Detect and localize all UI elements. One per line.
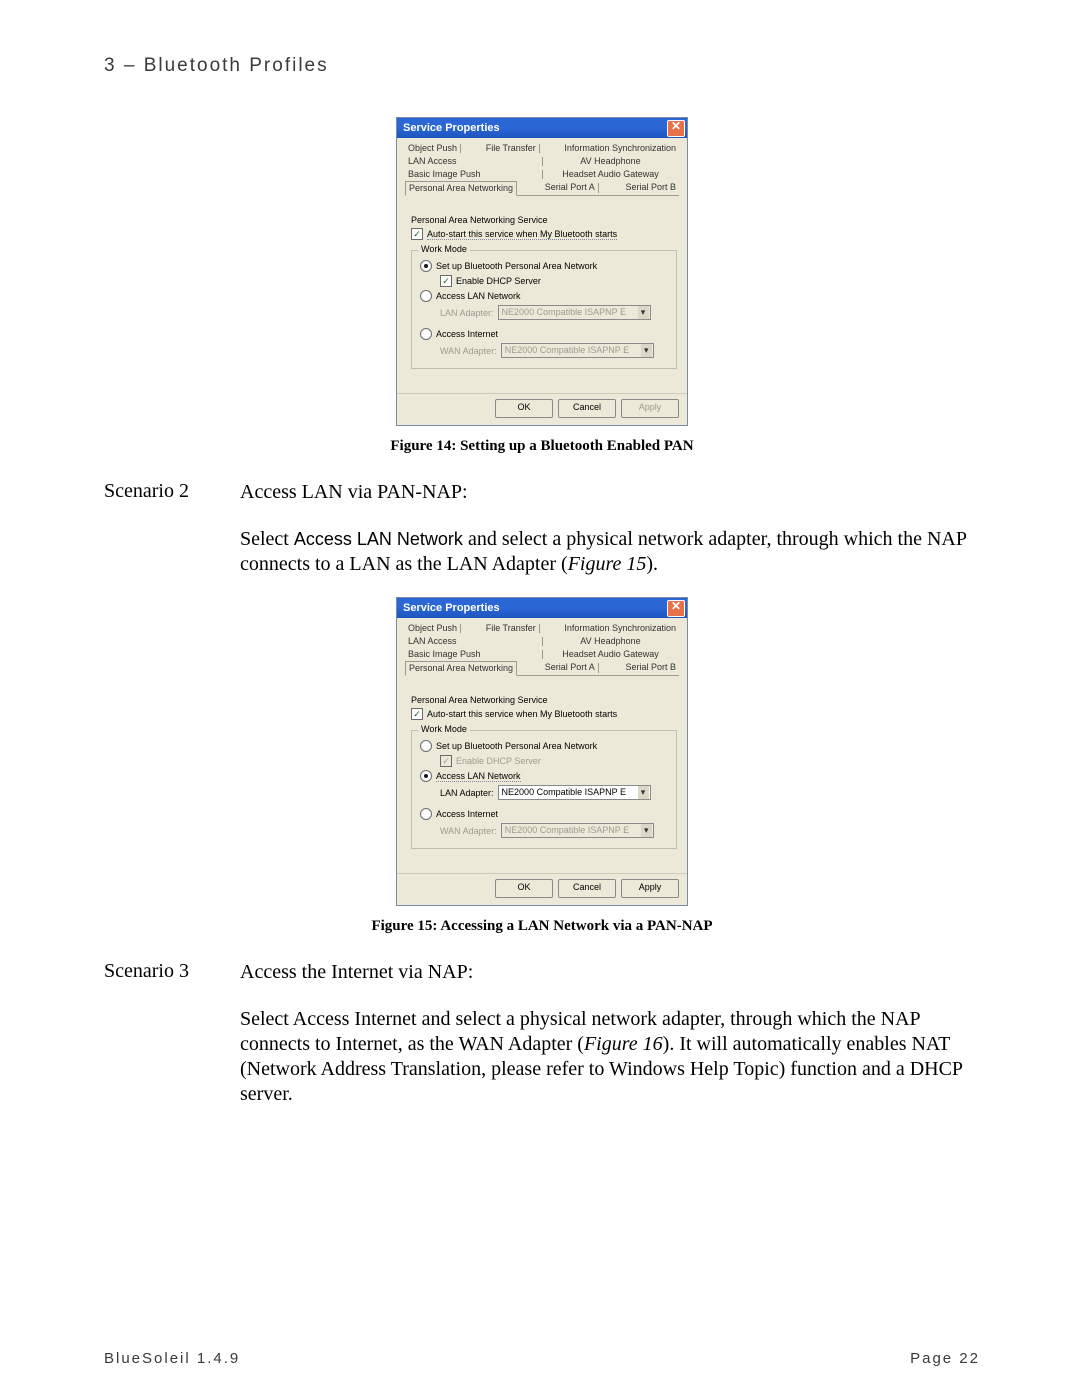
scenario3-title: Access the Internet via NAP: (240, 960, 980, 985)
radio-setup-pan[interactable]: Set up Bluetooth Personal Area Network (420, 260, 668, 272)
ok-button[interactable]: OK (495, 879, 553, 898)
scenario2-label: Scenario 2 (104, 480, 240, 503)
radio-lan[interactable] (420, 290, 432, 302)
chapter-heading: 3 – Bluetooth Profiles (104, 55, 980, 77)
wan-adapter-label: WAN Adapter: (440, 826, 497, 836)
radio-internet-row[interactable]: Access Internet (420, 808, 668, 820)
autostart-label: Auto-start this service when My Bluetoot… (427, 229, 617, 240)
wan-adapter-row: WAN Adapter: NE2000 Compatible ISAPNP E (440, 343, 668, 358)
service-properties-dialog-1: Service Properties ✕ Object Push File Tr… (396, 117, 688, 426)
dhcp-checkbox (440, 755, 452, 767)
lan-adapter-row: LAN Adapter: NE2000 Compatible ISAPNP E (440, 785, 668, 800)
radio-internet[interactable] (420, 808, 432, 820)
autostart-label: Auto-start this service when My Bluetoot… (427, 709, 617, 719)
cancel-button[interactable]: Cancel (558, 399, 616, 418)
radio-internet-row[interactable]: Access Internet (420, 328, 668, 340)
pan-service-label: Personal Area Networking Service (411, 695, 677, 705)
radio-internet[interactable] (420, 328, 432, 340)
tab-object-push[interactable]: Object Push (405, 142, 460, 155)
ok-button[interactable]: OK (495, 399, 553, 418)
form-body: Personal Area Networking Service Auto-st… (397, 679, 687, 853)
figure-14: Service Properties ✕ Object Push File Tr… (104, 117, 980, 480)
autostart-row[interactable]: Auto-start this service when My Bluetoot… (411, 228, 677, 240)
tab-headset-audio[interactable]: Headset Audio Gateway (542, 168, 679, 181)
scenario3-body: Select Access Internet and select a phys… (240, 1007, 980, 1107)
close-icon[interactable]: ✕ (667, 600, 685, 617)
tab-pan-active[interactable]: Personal Area Networking (405, 181, 517, 196)
tabstrip: Object Push File Transfer Information Sy… (397, 618, 687, 676)
tab-basic-image-push[interactable]: Basic Image Push (405, 168, 542, 181)
tab-info-sync[interactable]: Information Synchronization (561, 622, 679, 635)
tab-file-transfer[interactable]: File Transfer (483, 622, 539, 635)
lan-adapter-select[interactable]: NE2000 Compatible ISAPNP E (498, 305, 651, 320)
tab-pan-active[interactable]: Personal Area Networking (405, 661, 517, 676)
autostart-checkbox[interactable] (411, 228, 423, 240)
tab-serial-b[interactable]: Serial Port B (622, 661, 679, 675)
work-mode-legend: Work Mode (418, 724, 470, 734)
footer-product: BlueSoleil 1.4.9 (104, 1350, 240, 1367)
radio-pan[interactable] (420, 260, 432, 272)
titlebar: Service Properties ✕ (397, 598, 687, 618)
radio-lan-row[interactable]: Access LAN Network (420, 770, 668, 782)
tab-serial-b[interactable]: Serial Port B (622, 181, 679, 195)
wan-adapter-select[interactable]: NE2000 Compatible ISAPNP E (501, 343, 654, 358)
tabstrip: Object Push File Transfer Information Sy… (397, 138, 687, 196)
wan-adapter-select[interactable]: NE2000 Compatible ISAPNP E (501, 823, 654, 838)
autostart-row[interactable]: Auto-start this service when My Bluetoot… (411, 708, 677, 720)
apply-button[interactable]: Apply (621, 879, 679, 898)
dialog-buttons: OK Cancel Apply (397, 873, 687, 905)
work-mode-legend: Work Mode (418, 244, 470, 254)
radio-setup-pan[interactable]: Set up Bluetooth Personal Area Network (420, 740, 668, 752)
figure14-caption: Figure 14: Setting up a Bluetooth Enable… (390, 438, 693, 455)
lan-adapter-label: LAN Adapter: (440, 788, 494, 798)
tab-lan-access[interactable]: LAN Access (405, 155, 542, 168)
tab-info-sync[interactable]: Information Synchronization (561, 142, 679, 155)
pan-service-label: Personal Area Networking Service (411, 215, 677, 225)
scenario2-body: Select Access LAN Network and select a p… (240, 527, 980, 577)
tab-lan-access[interactable]: LAN Access (405, 635, 542, 648)
tab-file-transfer[interactable]: File Transfer (483, 142, 539, 155)
wan-adapter-row: WAN Adapter: NE2000 Compatible ISAPNP E (440, 823, 668, 838)
titlebar: Service Properties ✕ (397, 118, 687, 138)
apply-button[interactable]: Apply (621, 399, 679, 418)
work-mode-group: Work Mode Set up Bluetooth Personal Area… (411, 730, 677, 849)
service-properties-dialog-2: Service Properties ✕ Object Push File Tr… (396, 597, 688, 906)
dialog-title: Service Properties (403, 122, 500, 134)
radio-lan[interactable] (420, 770, 432, 782)
tab-object-push[interactable]: Object Push (405, 622, 460, 635)
tab-serial-a[interactable]: Serial Port A (542, 661, 598, 675)
dhcp-row[interactable]: Enable DHCP Server (440, 275, 668, 287)
close-icon[interactable]: ✕ (667, 120, 685, 137)
scenario-2-block: Scenario 2 Access LAN via PAN-NAP: Selec… (104, 480, 980, 577)
form-body: Personal Area Networking Service Auto-st… (397, 199, 687, 373)
work-mode-group: Work Mode Set up Bluetooth Personal Area… (411, 250, 677, 369)
tab-basic-image-push[interactable]: Basic Image Push (405, 648, 542, 661)
tab-serial-a[interactable]: Serial Port A (542, 181, 598, 195)
scenario2-title: Access LAN via PAN-NAP: (240, 480, 980, 505)
dhcp-row: Enable DHCP Server (440, 755, 668, 767)
lan-adapter-select[interactable]: NE2000 Compatible ISAPNP E (498, 785, 651, 800)
radio-lan-row[interactable]: Access LAN Network (420, 290, 668, 302)
cancel-button[interactable]: Cancel (558, 879, 616, 898)
radio-pan[interactable] (420, 740, 432, 752)
figure-15: Service Properties ✕ Object Push File Tr… (104, 597, 980, 960)
wan-adapter-label: WAN Adapter: (440, 346, 497, 356)
tab-av-headphone[interactable]: AV Headphone (542, 635, 679, 648)
page-footer: BlueSoleil 1.4.9 Page 22 (104, 1350, 980, 1367)
lan-adapter-row: LAN Adapter: NE2000 Compatible ISAPNP E (440, 305, 668, 320)
scenario3-label: Scenario 3 (104, 960, 240, 983)
tab-av-headphone[interactable]: AV Headphone (542, 155, 679, 168)
dialog-title: Service Properties (403, 602, 500, 614)
figure15-caption: Figure 15: Accessing a LAN Network via a… (371, 918, 712, 935)
footer-page: Page 22 (910, 1350, 980, 1367)
dialog-buttons: OK Cancel Apply (397, 393, 687, 425)
lan-adapter-label: LAN Adapter: (440, 308, 494, 318)
dhcp-checkbox[interactable] (440, 275, 452, 287)
autostart-checkbox[interactable] (411, 708, 423, 720)
scenario-3-block: Scenario 3 Access the Internet via NAP: … (104, 960, 980, 1107)
tab-headset-audio[interactable]: Headset Audio Gateway (542, 648, 679, 661)
